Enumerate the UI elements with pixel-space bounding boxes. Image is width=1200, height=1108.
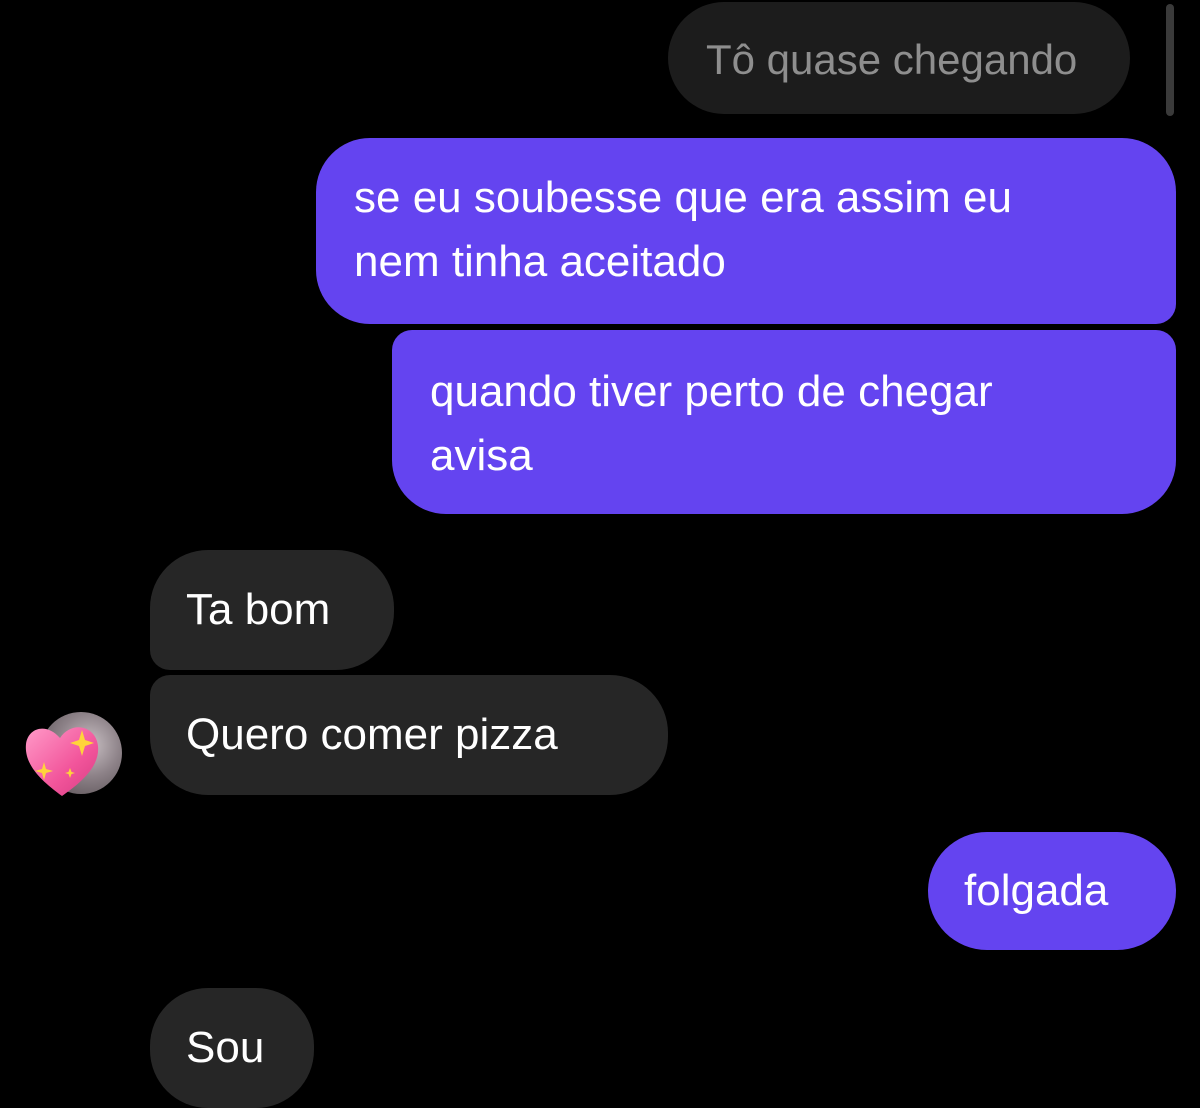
message-text: folgada — [964, 866, 1109, 915]
message-text: Sou — [186, 1023, 265, 1072]
message-text: Quero comer pizza — [186, 710, 558, 759]
message-bubble-incoming[interactable]: Tô quase chegando — [668, 2, 1130, 114]
message-bubble-incoming[interactable]: Quero comer pizza — [150, 675, 668, 795]
message-text: Ta bom — [186, 585, 331, 634]
sparkling-heart-icon — [25, 727, 99, 796]
message-text: Tô quase chegando — [706, 36, 1078, 83]
message-bubble-incoming[interactable]: Ta bom — [150, 550, 394, 670]
message-text-line: se eu soubesse que era assim eu — [354, 173, 1012, 222]
contact-avatar[interactable] — [25, 712, 122, 796]
chat-thread: Tô quase chegando se eu soubesse que era… — [0, 0, 1200, 1108]
message-bubble-outgoing[interactable]: folgada — [928, 832, 1176, 950]
message-text-line: avisa — [430, 431, 533, 480]
message-bubble-outgoing[interactable]: quando tiver perto de chegar avisa — [392, 330, 1176, 514]
message-bubble-incoming[interactable]: Sou — [150, 988, 314, 1108]
scrollbar[interactable] — [1166, 4, 1174, 116]
message-bubble-outgoing[interactable]: se eu soubesse que era assim eu nem tinh… — [316, 138, 1176, 324]
message-text-line: quando tiver perto de chegar — [430, 367, 993, 416]
message-text-line: nem tinha aceitado — [354, 237, 726, 286]
